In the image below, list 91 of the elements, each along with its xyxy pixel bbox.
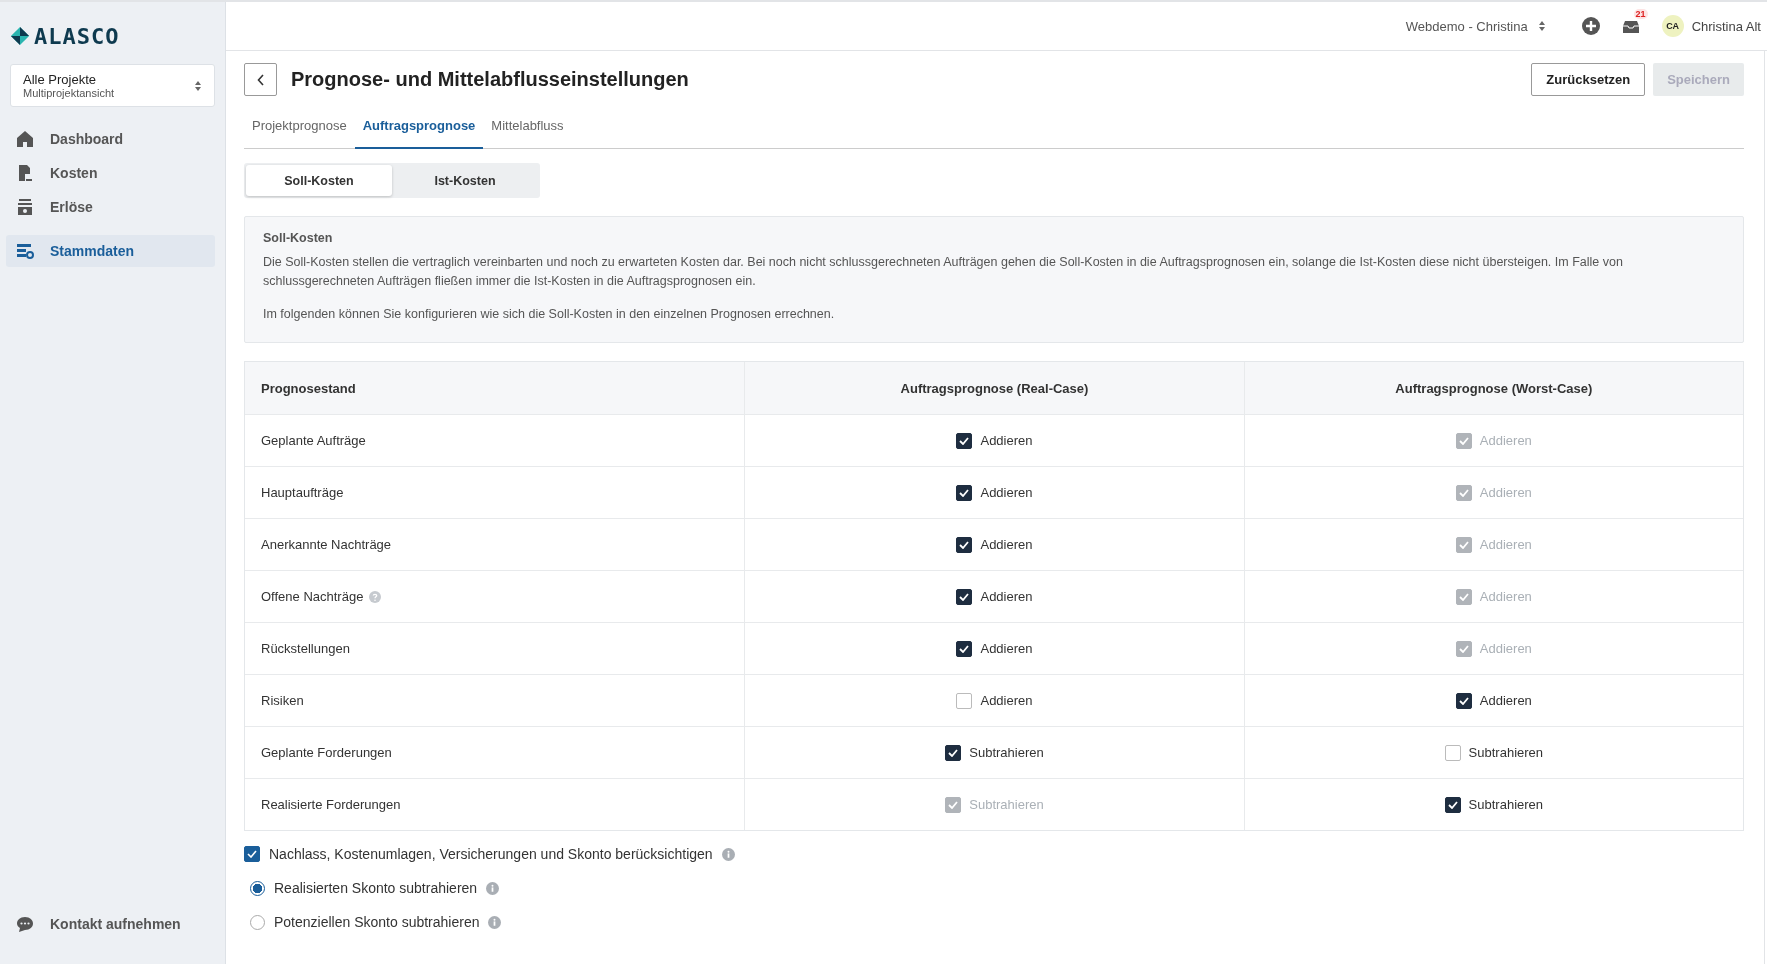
checkmark-icon <box>1458 436 1469 445</box>
project-title: Alle Projekte <box>23 72 97 87</box>
checkmark-icon <box>1458 696 1469 705</box>
add-icon[interactable] <box>1581 17 1600 35</box>
workspace-selector[interactable]: Webdemo - Christina <box>1405 18 1546 34</box>
sidebar-item[interactable]: Dashboard <box>6 123 215 155</box>
checkbox-option[interactable]: Addieren <box>1455 692 1532 709</box>
checkmark-icon <box>959 540 970 549</box>
checkmark-icon <box>959 436 970 445</box>
checkbox[interactable] <box>956 692 973 709</box>
inbox-icon[interactable] <box>1621 18 1640 34</box>
back-button[interactable] <box>244 63 277 96</box>
checkbox[interactable] <box>244 846 260 862</box>
radio-button[interactable] <box>250 914 265 930</box>
info-text: Im folgenden können Sie konfigurieren wie sich die Soll-Kosten in den einzelnen Prognosen errechnen. <box>263 306 836 323</box>
checkbox[interactable] <box>956 432 973 449</box>
segment-tab[interactable]: Ist-Kosten <box>392 165 538 196</box>
sidebar-item[interactable]: Stammdaten <box>6 235 215 267</box>
checkbox-option[interactable]: Addieren <box>956 640 1033 657</box>
checkmark-icon <box>1458 540 1469 549</box>
tab[interactable]: Auftragsprognose <box>354 108 484 149</box>
checkmark-icon <box>1447 800 1458 809</box>
sidebar-item[interactable]: Erlöse <box>6 191 215 223</box>
project-selector[interactable]: Alle Projekte Multiprojektansicht <box>10 64 215 107</box>
info-title: Soll-Kosten <box>263 231 334 245</box>
checkbox-option[interactable]: Addieren <box>956 536 1033 553</box>
row-label: Geplante Forderungen <box>261 745 392 760</box>
help-icon[interactable] <box>369 590 382 603</box>
register-icon <box>16 198 34 216</box>
tab[interactable]: Mittelabfluss <box>483 108 572 149</box>
row-label: Realisierte Forderungen <box>261 797 401 812</box>
info-icon[interactable] <box>488 915 502 929</box>
checkbox-option[interactable]: Addieren <box>956 484 1033 501</box>
row-label: Risiken <box>261 693 304 708</box>
checkmark-icon <box>959 592 970 601</box>
checkmark-icon <box>1458 488 1469 497</box>
checkmark-icon <box>959 488 970 497</box>
logo-icon <box>10 26 30 46</box>
checkmark-icon <box>948 800 959 809</box>
checkbox[interactable] <box>956 640 973 657</box>
avatar[interactable]: CA <box>1661 15 1684 37</box>
option-label: Realisierten Skonto subtrahieren <box>274 880 478 896</box>
checkbox[interactable] <box>1455 692 1472 709</box>
checkbox-option[interactable]: Addieren <box>956 432 1033 449</box>
checkmark-icon <box>247 850 257 858</box>
checkbox[interactable] <box>1444 744 1461 761</box>
radio-button[interactable] <box>250 880 265 896</box>
project-subtitle: Multiprojektansicht <box>23 87 115 99</box>
checkbox-option[interactable]: Subtrahieren <box>1444 796 1544 813</box>
checkbox-option[interactable]: Addieren <box>956 692 1033 709</box>
page-title: Prognose- und Mittelabflusseinstellungen <box>291 68 689 91</box>
checkbox-option[interactable]: Subtrahieren <box>945 744 1044 761</box>
segment-tab[interactable]: Soll-Kosten <box>246 165 392 196</box>
tab[interactable]: Projektprognose <box>244 108 355 149</box>
row-label: Hauptaufträge <box>261 485 344 500</box>
notification-badge: 21 <box>1633 9 1648 19</box>
info-text: Die Soll-Kosten stellen die vertraglich vereinbarten und noch zu erwarteten Kosten dar. Bei noch nicht schlussgerechneten Aufträgen gehen die Soll-Kosten in die Auftragsprognosen ein, solange die Ist-Kosten diese nicht übersteigen. Im Falle von schlussgerechneten Aufträgen fließen immer die Ist-Kosten in die Auftragsprognosen ein. <box>263 254 1624 290</box>
database-gear-icon <box>16 242 34 260</box>
checkmark-icon <box>1458 644 1469 653</box>
user-name[interactable]: Christina Alt <box>1691 18 1761 34</box>
checkmark-icon <box>948 748 959 757</box>
row-label: Rückstellungen <box>261 641 350 656</box>
checkbox[interactable] <box>945 744 962 761</box>
checkbox[interactable] <box>956 588 973 605</box>
chat-icon <box>16 915 34 933</box>
home-icon <box>16 130 34 148</box>
contact-link[interactable]: Kontakt aufnehmen <box>6 908 215 940</box>
info-icon[interactable] <box>721 847 735 861</box>
checkbox-option[interactable]: Addieren <box>956 588 1033 605</box>
option-label: Nachlass, Kostenumlagen, Versicherungen und Skonto berücksichtigen <box>269 846 713 862</box>
checkbox[interactable] <box>956 536 973 553</box>
column-header: Auftragsprognose (Worst-Case) <box>1243 362 1743 414</box>
row-label: Anerkannte Nachträge <box>261 537 392 552</box>
reset-button[interactable]: Zurücksetzen <box>1531 63 1646 96</box>
sort-icon <box>194 79 202 92</box>
document-icon <box>16 164 34 182</box>
info-icon[interactable] <box>486 881 500 895</box>
checkmark-icon <box>959 644 970 653</box>
sidebar-item[interactable]: Kosten <box>6 157 215 189</box>
column-header: Prognosestand <box>260 379 357 398</box>
checkbox-option[interactable]: Subtrahieren <box>1444 744 1544 761</box>
column-header: Auftragsprognose (Real-Case) <box>744 362 1244 414</box>
row-label: Geplante Aufträge <box>261 433 366 448</box>
sort-icon <box>1537 20 1546 32</box>
logo-text: ALASCO <box>34 23 120 49</box>
checkmark-icon <box>1458 592 1469 601</box>
checkbox[interactable] <box>956 484 973 501</box>
chevron-left-icon <box>256 73 265 86</box>
checkbox[interactable] <box>1444 796 1461 813</box>
option-label: Potenziellen Skonto subtrahieren <box>274 914 480 930</box>
row-label: Offene Nachträge <box>261 589 364 604</box>
